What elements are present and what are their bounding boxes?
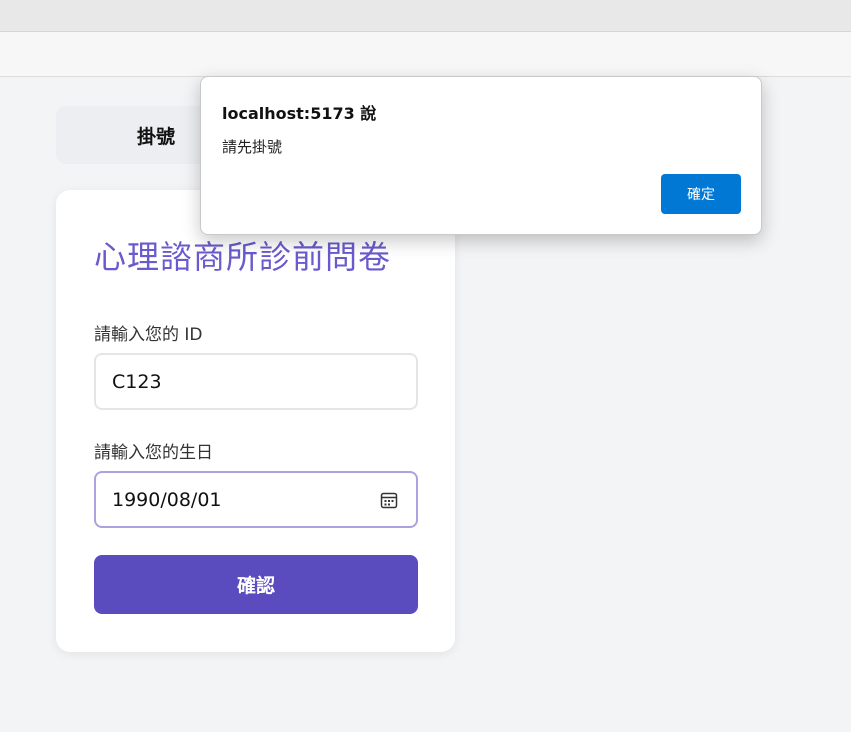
birthday-input-value: 1990/08/01 (112, 488, 222, 511)
alert-ok-button[interactable]: 確定 (661, 174, 741, 214)
alert-title: localhost:5173 說 (222, 104, 377, 123)
page-title: 心理諮商所診前問卷 (94, 238, 392, 276)
browser-tab-strip (0, 0, 851, 31)
birthday-label: 請輸入您的生日 (94, 443, 213, 463)
alert-dialog: localhost:5173 說 請先掛號 確定 (200, 76, 762, 235)
alert-message: 請先掛號 (222, 138, 283, 156)
alert-ok-label: 確定 (687, 187, 715, 203)
id-input[interactable]: C123 (94, 353, 418, 410)
browser-toolbar (0, 31, 851, 77)
id-input-value: C123 (112, 370, 162, 393)
calendar-icon[interactable] (380, 491, 398, 509)
confirm-button[interactable]: 確認 (94, 555, 418, 614)
birthday-input[interactable]: 1990/08/01 (94, 471, 418, 528)
tab-registration-label: 掛號 (136, 125, 175, 148)
questionnaire-card: 心理諮商所診前問卷 請輸入您的 ID C123 請輸入您的生日 1990/08/… (56, 190, 455, 652)
confirm-button-label: 確認 (236, 575, 275, 597)
id-label: 請輸入您的 ID (94, 325, 203, 345)
